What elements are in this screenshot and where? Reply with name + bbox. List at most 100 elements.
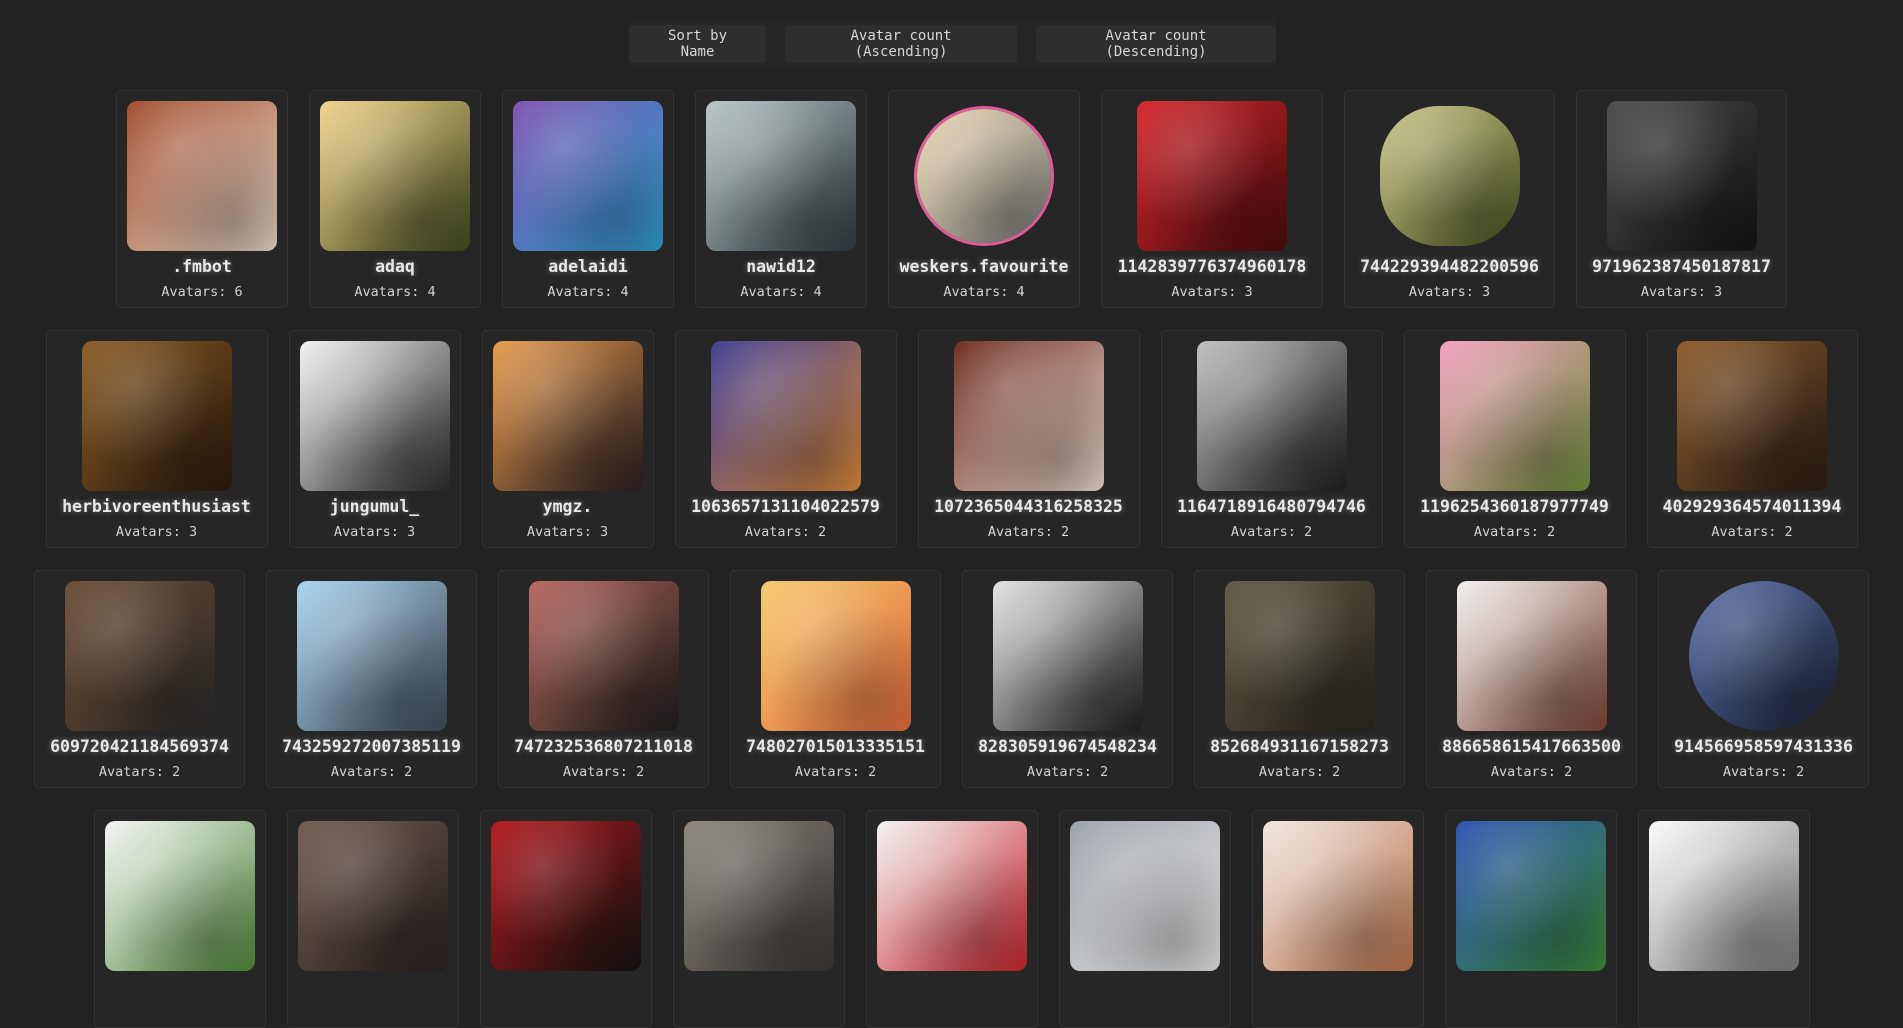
avatar-image[interactable] [64,581,215,731]
avatar-image[interactable] [1648,821,1799,971]
user-card[interactable] [1444,810,1617,1028]
avatar-image[interactable] [490,821,641,971]
avatar-count-label: Avatars: 2 [1711,524,1793,540]
username-label: 402929364574011394 [1662,497,1842,516]
username-label: herbivoreenthusiast [62,497,251,516]
username-label: 748027015013335151 [746,737,925,756]
user-card[interactable]: 747232536807211018 Avatars: 2 [498,570,709,788]
user-card[interactable] [479,810,652,1028]
avatar-image[interactable] [1439,341,1590,491]
username-label: 1164718916480794746 [1177,497,1366,516]
avatar-image[interactable] [876,821,1027,971]
user-card[interactable]: 886658615417663500 Avatars: 2 [1426,570,1637,788]
avatar-row [0,810,1903,1028]
user-card[interactable]: 828305919674548234 Avatars: 2 [962,570,1173,788]
user-card[interactable] [1637,810,1810,1028]
user-card[interactable]: 609720421184569374 Avatars: 2 [34,570,245,788]
avatar-image[interactable] [992,581,1143,731]
user-card[interactable]: 971962387450187817 Avatars: 3 [1576,90,1787,308]
user-card[interactable]: 1142839776374960178 Avatars: 3 [1101,90,1323,308]
avatar-count-label: Avatars: 3 [1171,284,1253,300]
username-label: ymgz. [542,497,593,516]
avatar-count-label: Avatars: 2 [1230,524,1313,540]
user-card[interactable]: 743259272007385119 Avatars: 2 [266,570,477,788]
avatar-image[interactable] [710,341,861,491]
user-card[interactable]: 748027015013335151 Avatars: 2 [730,570,941,788]
avatar-image[interactable] [1224,581,1375,731]
user-card[interactable]: 1164718916480794746 Avatars: 2 [1160,330,1383,548]
avatar-image[interactable] [1379,106,1520,246]
user-card[interactable]: 1063657131104022579 Avatars: 2 [674,330,897,548]
user-card[interactable] [93,810,266,1028]
user-card[interactable]: 914566958597431336 Avatars: 2 [1658,570,1869,788]
avatar-image[interactable] [953,341,1104,491]
user-card[interactable]: herbivoreenthusiast Avatars: 3 [45,330,268,548]
user-card[interactable]: ymgz. Avatars: 3 [481,330,654,548]
avatar-image[interactable] [1069,821,1220,971]
avatar-image[interactable] [760,581,911,731]
avatar-count-label: Avatars: 2 [562,764,645,780]
user-card[interactable] [1251,810,1424,1028]
avatar-image[interactable] [1455,821,1606,971]
username-label: weskers.favourite [899,257,1069,276]
avatar-grid: .fmbot Avatars: 6 adaq Avatars: 4 adelaidi Av… [0,0,1903,1028]
user-card[interactable]: weskers.favourite Avatars: 4 [888,90,1080,308]
avatar-image[interactable] [104,821,255,971]
avatar-count-label: Avatars: 4 [547,284,629,300]
username-label: nawid12 [746,257,816,276]
avatar-count-label: Avatars: 2 [794,764,877,780]
user-card[interactable]: 402929364574011394 Avatars: 2 [1646,330,1858,548]
avatar-image[interactable] [320,101,470,251]
user-card[interactable]: 1196254360187977749 Avatars: 2 [1403,330,1626,548]
avatar-image[interactable] [81,341,232,491]
avatar-image[interactable] [127,101,277,251]
user-card[interactable]: .fmbot Avatars: 6 [116,90,288,308]
avatar-count-label: Avatars: 2 [1473,524,1556,540]
avatar-image[interactable] [1196,341,1347,491]
avatar-count-label: Avatars: 2 [98,764,181,780]
user-card[interactable] [672,810,845,1028]
username-label: adaq [375,257,415,276]
username-label: 886658615417663500 [1442,737,1621,756]
avatar-count-label: Avatars: 2 [1490,764,1573,780]
avatar-count-label: Avatars: 2 [1722,764,1805,780]
avatar-image[interactable] [513,101,663,251]
avatar-count-label: Avatars: 3 [115,524,198,540]
username-label: jungumul_ [329,497,420,516]
avatar-image[interactable] [1677,341,1827,491]
avatar-count-label: Avatars: 3 [1640,284,1723,300]
avatar-image[interactable] [297,821,448,971]
avatar-image[interactable] [299,341,450,491]
avatar-image[interactable] [1456,581,1607,731]
avatar-image[interactable] [706,101,856,251]
avatar-count-label: Avatars: 2 [1026,764,1109,780]
user-card[interactable]: adelaidi Avatars: 4 [502,90,674,308]
username-label: 828305919674548234 [978,737,1157,756]
avatar-image[interactable] [1262,821,1413,971]
avatar-image[interactable] [917,109,1051,243]
avatar-image[interactable] [1688,581,1839,731]
user-card[interactable] [1058,810,1231,1028]
avatar-image[interactable] [528,581,679,731]
user-card[interactable]: adaq Avatars: 4 [309,90,481,308]
avatar-count-label: Avatars: 6 [161,284,243,300]
avatar-image[interactable] [683,821,834,971]
username-label: 743259272007385119 [282,737,461,756]
avatar-image[interactable] [492,341,643,491]
avatar-count-label: Avatars: 4 [740,284,822,300]
user-card[interactable]: 744229394482200596 Avatars: 3 [1344,90,1555,308]
avatar-image[interactable] [1137,101,1287,251]
avatar-count-label: Avatars: 3 [333,524,416,540]
user-card[interactable]: jungumul_ Avatars: 3 [288,330,461,548]
avatar-image[interactable] [1606,101,1757,251]
username-label: .fmbot [172,257,232,276]
user-card[interactable] [286,810,459,1028]
username-label: 852684931167158273 [1210,737,1389,756]
user-card[interactable] [865,810,1038,1028]
username-label: 609720421184569374 [50,737,229,756]
user-card[interactable]: 1072365044316258325 Avatars: 2 [917,330,1140,548]
avatar-image[interactable] [296,581,447,731]
user-card[interactable]: nawid12 Avatars: 4 [695,90,867,308]
username-label: 914566958597431336 [1674,737,1853,756]
user-card[interactable]: 852684931167158273 Avatars: 2 [1194,570,1405,788]
